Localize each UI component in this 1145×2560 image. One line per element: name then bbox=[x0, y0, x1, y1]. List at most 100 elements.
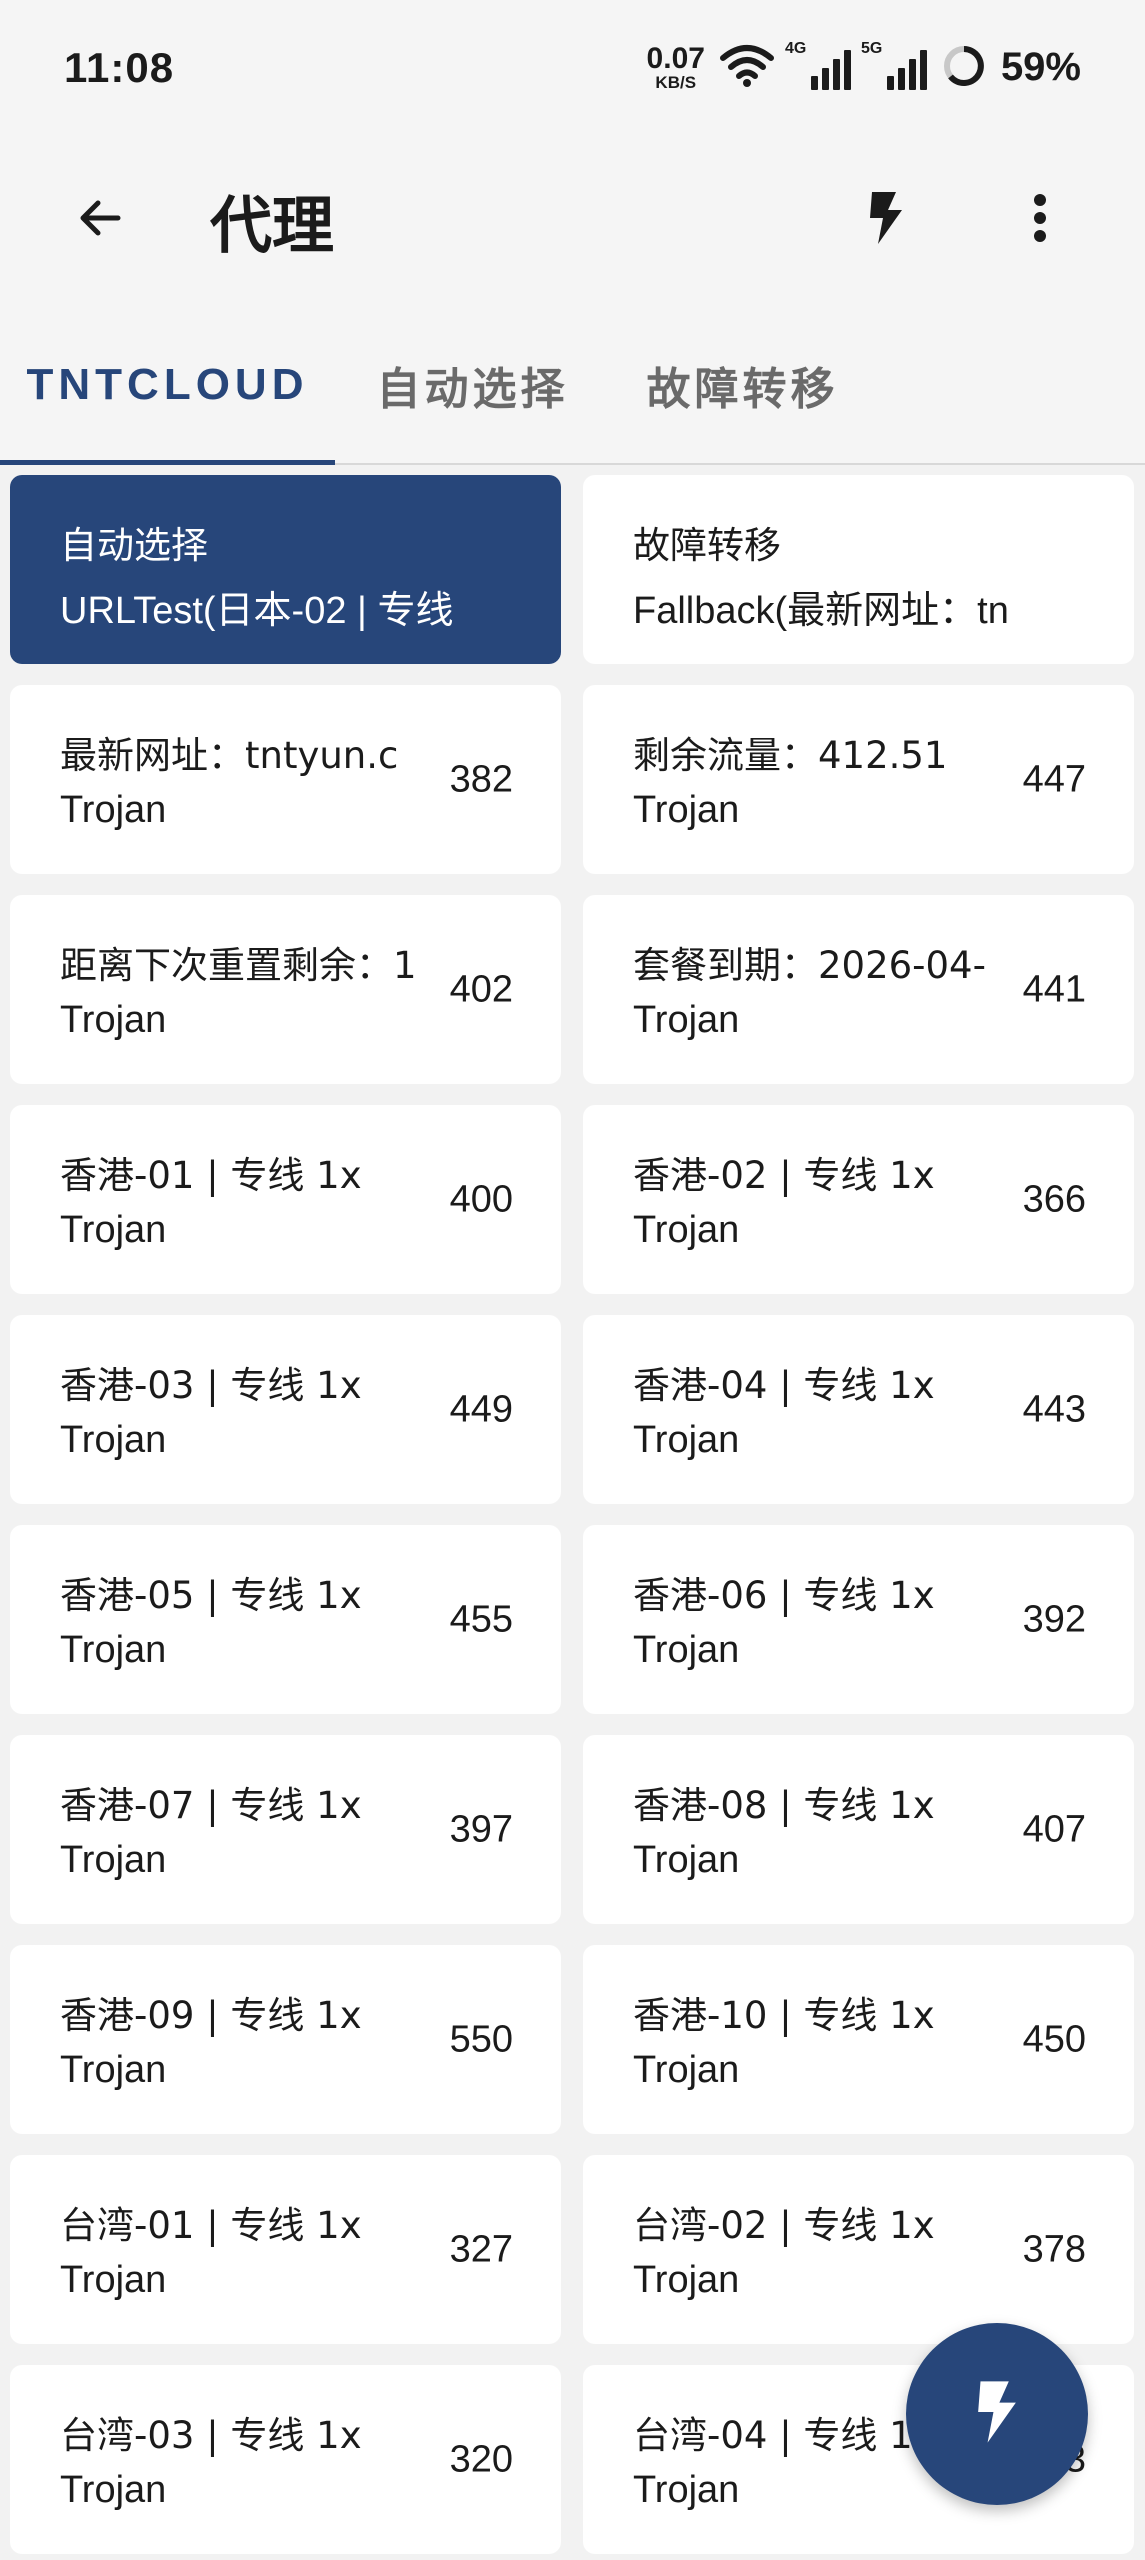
proxy-card[interactable]: 香港-01 | 专线 1x Trojan 400 bbox=[10, 1105, 561, 1294]
proxy-name: 距离下次重置剩余：1 bbox=[60, 944, 417, 987]
cellular-5g-icon: 5G bbox=[861, 40, 927, 90]
proxy-type: Trojan bbox=[633, 2259, 740, 2301]
proxy-delay: 397 bbox=[449, 1808, 513, 1850]
proxy-type: Trojan bbox=[60, 1839, 167, 1881]
proxy-delay: 441 bbox=[1022, 968, 1086, 1010]
proxy-type: Trojan bbox=[60, 1419, 167, 1461]
network-speed-value: 0.07 bbox=[646, 42, 705, 75]
proxy-delay: 366 bbox=[1022, 1178, 1086, 1220]
proxy-card[interactable]: 香港-02 | 专线 1x Trojan 366 bbox=[583, 1105, 1134, 1294]
proxy-name: 香港-06 | 专线 1x bbox=[633, 1574, 935, 1617]
proxy-card[interactable]: 香港-07 | 专线 1x Trojan 397 bbox=[10, 1735, 561, 1924]
proxy-name: 套餐到期：2026-04- bbox=[633, 944, 986, 987]
proxy-card[interactable]: 香港-09 | 专线 1x Trojan 550 bbox=[10, 1945, 561, 2134]
status-bar: 11:08 0.07 KB/S 4G 5G 59% bbox=[0, 0, 1145, 135]
proxy-type: Trojan bbox=[60, 2259, 167, 2301]
proxy-type: Trojan bbox=[633, 999, 740, 1041]
proxy-card[interactable]: 香港-03 | 专线 1x Trojan 449 bbox=[10, 1315, 561, 1504]
tab-auto-select[interactable]: 自动选择 bbox=[355, 305, 590, 465]
arrow-left-icon bbox=[76, 194, 124, 246]
proxy-name: 剩余流量：412.51 bbox=[633, 734, 948, 777]
status-icons: 0.07 KB/S 4G 5G 59% bbox=[646, 40, 1081, 93]
proxy-card[interactable]: 套餐到期：2026-04- Trojan 441 bbox=[583, 895, 1134, 1084]
proxy-name: 香港-07 | 专线 1x bbox=[60, 1784, 362, 1827]
proxy-name: 香港-05 | 专线 1x bbox=[60, 1574, 362, 1617]
proxy-type: Trojan bbox=[60, 789, 167, 831]
proxy-delay: 450 bbox=[1022, 2018, 1086, 2060]
cellular-4g-label: 4G bbox=[784, 39, 807, 57]
proxy-type: Trojan bbox=[633, 2049, 740, 2091]
network-speed-unit: KB/S bbox=[655, 73, 697, 92]
proxy-name: 香港-01 | 专线 1x bbox=[60, 1154, 362, 1197]
proxy-name: 台湾-03 | 专线 1x bbox=[60, 2414, 362, 2457]
proxy-card[interactable]: 香港-05 | 专线 1x Trojan 455 bbox=[10, 1525, 561, 1714]
battery-percentage: 59% bbox=[1000, 45, 1081, 89]
proxy-type: Trojan bbox=[60, 1629, 167, 1671]
proxy-delay: 447 bbox=[1022, 758, 1086, 800]
proxy-card[interactable]: 香港-04 | 专线 1x Trojan 443 bbox=[583, 1315, 1134, 1504]
proxy-name: 台湾-01 | 专线 1x bbox=[60, 2204, 362, 2247]
bolt-icon bbox=[973, 2379, 1021, 2449]
proxy-card[interactable]: 故障转移 Fallback(最新网址：tn bbox=[583, 475, 1134, 664]
proxy-card[interactable]: 台湾-02 | 专线 1x Trojan 378 bbox=[583, 2155, 1134, 2344]
proxy-delay: 400 bbox=[449, 1178, 513, 1220]
proxy-delay: 382 bbox=[449, 758, 513, 800]
proxy-name: 香港-02 | 专线 1x bbox=[633, 1154, 935, 1197]
proxy-delay: 550 bbox=[449, 2018, 513, 2060]
proxy-card[interactable]: 剩余流量：412.51 Trojan 447 bbox=[583, 685, 1134, 874]
proxy-name: 香港-09 | 专线 1x bbox=[60, 1994, 362, 2037]
proxy-delay: 392 bbox=[1022, 1598, 1086, 1640]
proxy-type: Trojan bbox=[633, 1629, 740, 1671]
proxy-name: 香港-04 | 专线 1x bbox=[633, 1364, 935, 1407]
proxy-type: Trojan bbox=[60, 1209, 167, 1251]
proxy-card[interactable]: 最新网址：tntyun.c Trojan 382 bbox=[10, 685, 561, 874]
proxy-delay: 378 bbox=[1022, 2228, 1086, 2270]
proxy-type: Trojan bbox=[633, 1209, 740, 1251]
proxy-delay: 455 bbox=[449, 1598, 513, 1640]
proxy-type: Trojan bbox=[633, 789, 740, 831]
proxy-card[interactable]: 台湾-03 | 专线 1x Trojan 320 bbox=[10, 2365, 561, 2554]
proxy-name: 香港-10 | 专线 1x bbox=[633, 1994, 935, 2037]
cellular-5g-label: 5G bbox=[860, 39, 883, 57]
battery-ring-icon bbox=[941, 43, 987, 93]
proxy-type: Fallback(最新网址：tn bbox=[633, 590, 1009, 632]
proxy-group-tabs: TNTCLOUD 自动选择 故障转移 bbox=[0, 305, 1145, 465]
status-time: 11:08 bbox=[64, 43, 175, 91]
proxy-card[interactable]: 自动选择 URLTest(日本-02 | 专线 bbox=[10, 475, 561, 664]
bolt-icon bbox=[866, 190, 906, 250]
proxy-name: 台湾-04 | 专线 1x bbox=[633, 2414, 935, 2457]
proxy-delay: 327 bbox=[449, 2228, 513, 2270]
more-options-button[interactable] bbox=[1000, 180, 1080, 260]
proxy-type: Trojan bbox=[633, 1419, 740, 1461]
latency-test-button[interactable] bbox=[846, 180, 926, 260]
proxy-delay: 443 bbox=[1022, 1388, 1086, 1430]
proxy-card[interactable]: 香港-08 | 专线 1x Trojan 407 bbox=[583, 1735, 1134, 1924]
proxy-card[interactable]: 台湾-01 | 专线 1x Trojan 327 bbox=[10, 2155, 561, 2344]
proxy-type: URLTest(日本-02 | 专线 bbox=[60, 590, 454, 632]
cellular-4g-icon: 4G bbox=[785, 40, 851, 90]
more-vert-icon bbox=[1033, 193, 1047, 247]
page-title: 代理 bbox=[210, 189, 335, 262]
wifi-icon bbox=[719, 44, 775, 92]
back-button[interactable] bbox=[60, 180, 140, 260]
tab-fallback[interactable]: 故障转移 bbox=[625, 305, 860, 465]
proxy-card[interactable]: 距离下次重置剩余：1 Trojan 402 bbox=[10, 895, 561, 1084]
proxy-type: Trojan bbox=[60, 999, 167, 1041]
proxy-delay: 402 bbox=[449, 968, 513, 1010]
speed-test-fab[interactable] bbox=[906, 2323, 1088, 2505]
proxy-name: 台湾-02 | 专线 1x bbox=[633, 2204, 935, 2247]
proxy-name: 香港-08 | 专线 1x bbox=[633, 1784, 935, 1827]
proxy-name: 最新网址：tntyun.c bbox=[60, 734, 399, 777]
proxy-name: 香港-03 | 专线 1x bbox=[60, 1364, 362, 1407]
proxy-delay: 407 bbox=[1022, 1808, 1086, 1850]
proxy-type: Trojan bbox=[60, 2469, 167, 2511]
proxy-card[interactable]: 香港-10 | 专线 1x Trojan 450 bbox=[583, 1945, 1134, 2134]
proxy-delay: 449 bbox=[449, 1388, 513, 1430]
app-bar: 代理 bbox=[0, 135, 1145, 305]
proxy-card[interactable]: 香港-06 | 专线 1x Trojan 392 bbox=[583, 1525, 1134, 1714]
proxy-name: 故障转移 bbox=[633, 524, 781, 567]
tab-tntcloud[interactable]: TNTCLOUD bbox=[0, 305, 335, 465]
proxy-type: Trojan bbox=[633, 2469, 740, 2511]
proxy-type: Trojan bbox=[633, 1839, 740, 1881]
network-speed: 0.07 KB/S bbox=[646, 42, 705, 92]
